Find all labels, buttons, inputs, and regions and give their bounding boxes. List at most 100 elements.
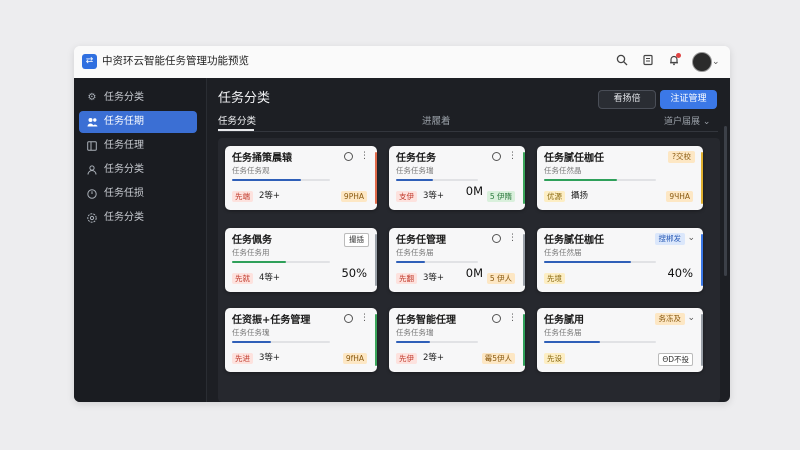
priority-tag: 先端 (232, 191, 253, 202)
card-title: 任务腻任枷任 (544, 153, 604, 164)
task-card[interactable]: 任务捅策晨辕 任务任务观 ⋮ 先端 2等+ 9PHA (225, 146, 377, 210)
card-title: 任务腻任枷任 (544, 235, 604, 246)
card-status-stripe (701, 314, 703, 366)
title-bar: ⇄ 中资环云智能任务管理功能预览 ⌄ (74, 46, 730, 79)
card-title: 任务捅策晨辕 (232, 153, 292, 164)
view-select-label: 道户届展 (664, 117, 701, 127)
bell-icon[interactable] (666, 53, 682, 70)
status-circle-icon[interactable] (344, 314, 353, 323)
chevron-down-icon[interactable]: ⌄ (712, 54, 720, 70)
main-content: 任务分类 看扬倍 注证管理 任务分类 进履着 道户届展 ⌄ 任务捅策晨辕 任务任务… (207, 78, 730, 402)
users-icon (85, 111, 99, 136)
progress-bar (232, 341, 330, 343)
page-title: 任务分类 (218, 91, 271, 106)
sidebar-item-task-category-2[interactable]: 任务分类 (79, 159, 197, 181)
scrollbar[interactable] (724, 126, 727, 276)
card-chip: 9ЧHA (666, 191, 693, 202)
priority-tag: 优源 (544, 191, 565, 202)
progress-fill (396, 179, 433, 181)
priority-tag: 支伊 (396, 191, 417, 202)
card-subtitle: 任务任务观 (232, 166, 270, 175)
task-card[interactable]: 任务智能任理 任务任务瑞 ⋮ 先伊 2等+ 霉5伊人 (389, 308, 525, 372)
progress-bar (544, 261, 656, 263)
card-status-stripe (701, 152, 703, 204)
status-circle-icon[interactable] (344, 152, 353, 161)
chevron-down-icon[interactable]: ⌄ (687, 232, 695, 244)
item-count: 3等+ (423, 273, 445, 283)
sidebar-item-task-term[interactable]: 任务任期 (79, 111, 197, 133)
progress-fill (232, 261, 286, 263)
more-options-icon[interactable]: ⋮ (508, 312, 517, 324)
card-status-stripe (375, 234, 377, 286)
progress-fill (232, 179, 301, 181)
item-count: 攝扬 (571, 191, 589, 201)
card-chip: 9fHA (342, 353, 367, 364)
progress-fill (396, 261, 425, 263)
card-status-stripe (523, 314, 525, 366)
item-count: 4等+ (259, 273, 281, 283)
secondary-button[interactable]: 看扬倍 (598, 90, 656, 109)
sidebar-item-task-manage[interactable]: 任务任理 (79, 135, 197, 157)
task-card[interactable]: 任务任管理 任务任务届 ⋮ 先翻 3等+ 0M 5 伊人 (389, 228, 525, 292)
sidebar-item-label: 任务分类 (104, 212, 144, 223)
more-options-icon[interactable]: ⋮ (508, 150, 517, 162)
progress-fill (232, 341, 272, 343)
chevron-down-icon: ⌄ (702, 117, 711, 127)
task-card[interactable]: 任务腻任枷任 任务任然届 搜郴发 ⌄ 先境 40% (537, 228, 703, 292)
status-circle-icon[interactable] (492, 234, 501, 243)
sidebar-item-label: 任务分类 (104, 92, 144, 103)
sidebar-item-task-loss[interactable]: 任务任损 (79, 183, 197, 205)
task-card[interactable]: 任资振+任务管理 任务任务瑰 ⋮ 先进 3等+ 9fHA (225, 308, 377, 372)
card-status-badge[interactable]: ?交校 (668, 151, 695, 163)
app-window: ⇄ 中资环云智能任务管理功能预览 ⌄ ⚙ 任务分类 任务任期 任务任理 任务分类… (74, 46, 730, 402)
card-metric: 0M (465, 266, 483, 280)
priority-tag: 先进 (232, 353, 253, 364)
priority-tag: 先境 (544, 273, 565, 284)
priority-tag: 先伊 (396, 353, 417, 364)
progress-fill (544, 179, 617, 181)
board-icon (85, 135, 99, 160)
card-metric: 40% (667, 266, 693, 280)
avatar[interactable] (692, 52, 712, 72)
card-status-stripe (523, 234, 525, 286)
card-subtitle: 任务任务届 (396, 248, 434, 257)
search-icon[interactable] (614, 54, 630, 70)
more-options-icon[interactable]: ⋮ (360, 312, 369, 324)
task-card[interactable]: 任务腻任枷任 任务任然晶 ?交校优源 攝扬 9ЧHA (537, 146, 703, 210)
progress-bar (396, 341, 478, 343)
card-subtitle: 任务任务用 (232, 248, 270, 257)
card-status-badge[interactable]: 务冻及 (654, 313, 685, 325)
card-status-badge[interactable]: 撮插 (344, 233, 369, 247)
task-card[interactable]: 任务佩务 任务任务用 撮插 先就 4等+ 50% (225, 228, 377, 292)
view-select[interactable]: 道户届展 ⌄ (664, 115, 710, 129)
task-card[interactable]: 任务腻用 任务任务届 务冻及 ⌄ 先设 ΘD不投 (537, 308, 703, 372)
priority-tag: 先翻 (396, 273, 417, 284)
tab-progress[interactable]: 进履着 (422, 115, 451, 129)
task-card[interactable]: 任务任务 任务任务瑞 ⋮ 支伊 3等+ 0M 5 伊隋 (389, 146, 525, 210)
primary-button[interactable]: 注证管理 (660, 90, 717, 109)
app-logo-icon: ⇄ (82, 54, 97, 69)
sidebar: ⚙ 任务分类 任务任期 任务任理 任务分类 任务任损 任务分类 (74, 78, 207, 402)
tab-task-category[interactable]: 任务分类 (218, 115, 256, 129)
card-subtitle: 任务任然晶 (544, 166, 582, 175)
card-subtitle: 任务任然届 (544, 248, 582, 257)
sidebar-item-task-category-3[interactable]: 任务分类 (79, 207, 197, 229)
document-icon[interactable] (640, 54, 656, 70)
card-status-badge[interactable]: 搜郴发 (654, 233, 685, 245)
card-title: 任务智能任理 (396, 315, 456, 326)
more-options-icon[interactable]: ⋮ (508, 232, 517, 244)
user-icon (85, 159, 99, 184)
app-body: ⚙ 任务分类 任务任期 任务任理 任务分类 任务任损 任务分类 任务分类 看扬倍… (74, 78, 730, 402)
more-options-icon[interactable]: ⋮ (360, 150, 369, 162)
status-circle-icon[interactable] (492, 314, 501, 323)
clock-icon (85, 183, 99, 208)
status-circle-icon[interactable] (492, 152, 501, 161)
progress-bar (544, 179, 656, 181)
tab-label: 任务分类 (218, 116, 257, 127)
card-chip: 5 伊隋 (486, 191, 515, 202)
tab-bar: 任务分类 进履着 道户届展 ⌄ (218, 115, 718, 132)
chevron-down-icon[interactable]: ⌄ (687, 312, 695, 324)
sidebar-item-task-category[interactable]: ⚙ 任务分类 (79, 87, 197, 109)
card-status-stripe (375, 152, 377, 204)
card-subtitle: 任务任务瑰 (232, 328, 270, 337)
